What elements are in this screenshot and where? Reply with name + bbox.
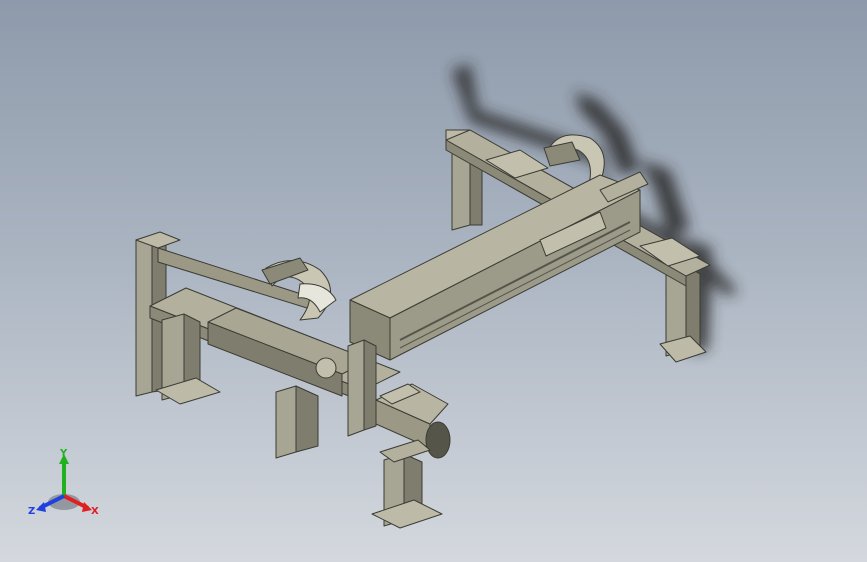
triad-z-label: Z (28, 506, 36, 517)
gantry-assembly-model[interactable] (0, 0, 867, 562)
main-gantry-beam (349, 171, 649, 361)
middle-leg (275, 385, 319, 459)
triad-y-label: Y (60, 448, 68, 459)
graphics-viewport[interactable]: Y X Z (0, 0, 867, 562)
coordinate-triad: Y X Z (26, 448, 102, 522)
vertical-axis-column (347, 339, 377, 437)
triad-x-label: X (91, 506, 99, 517)
